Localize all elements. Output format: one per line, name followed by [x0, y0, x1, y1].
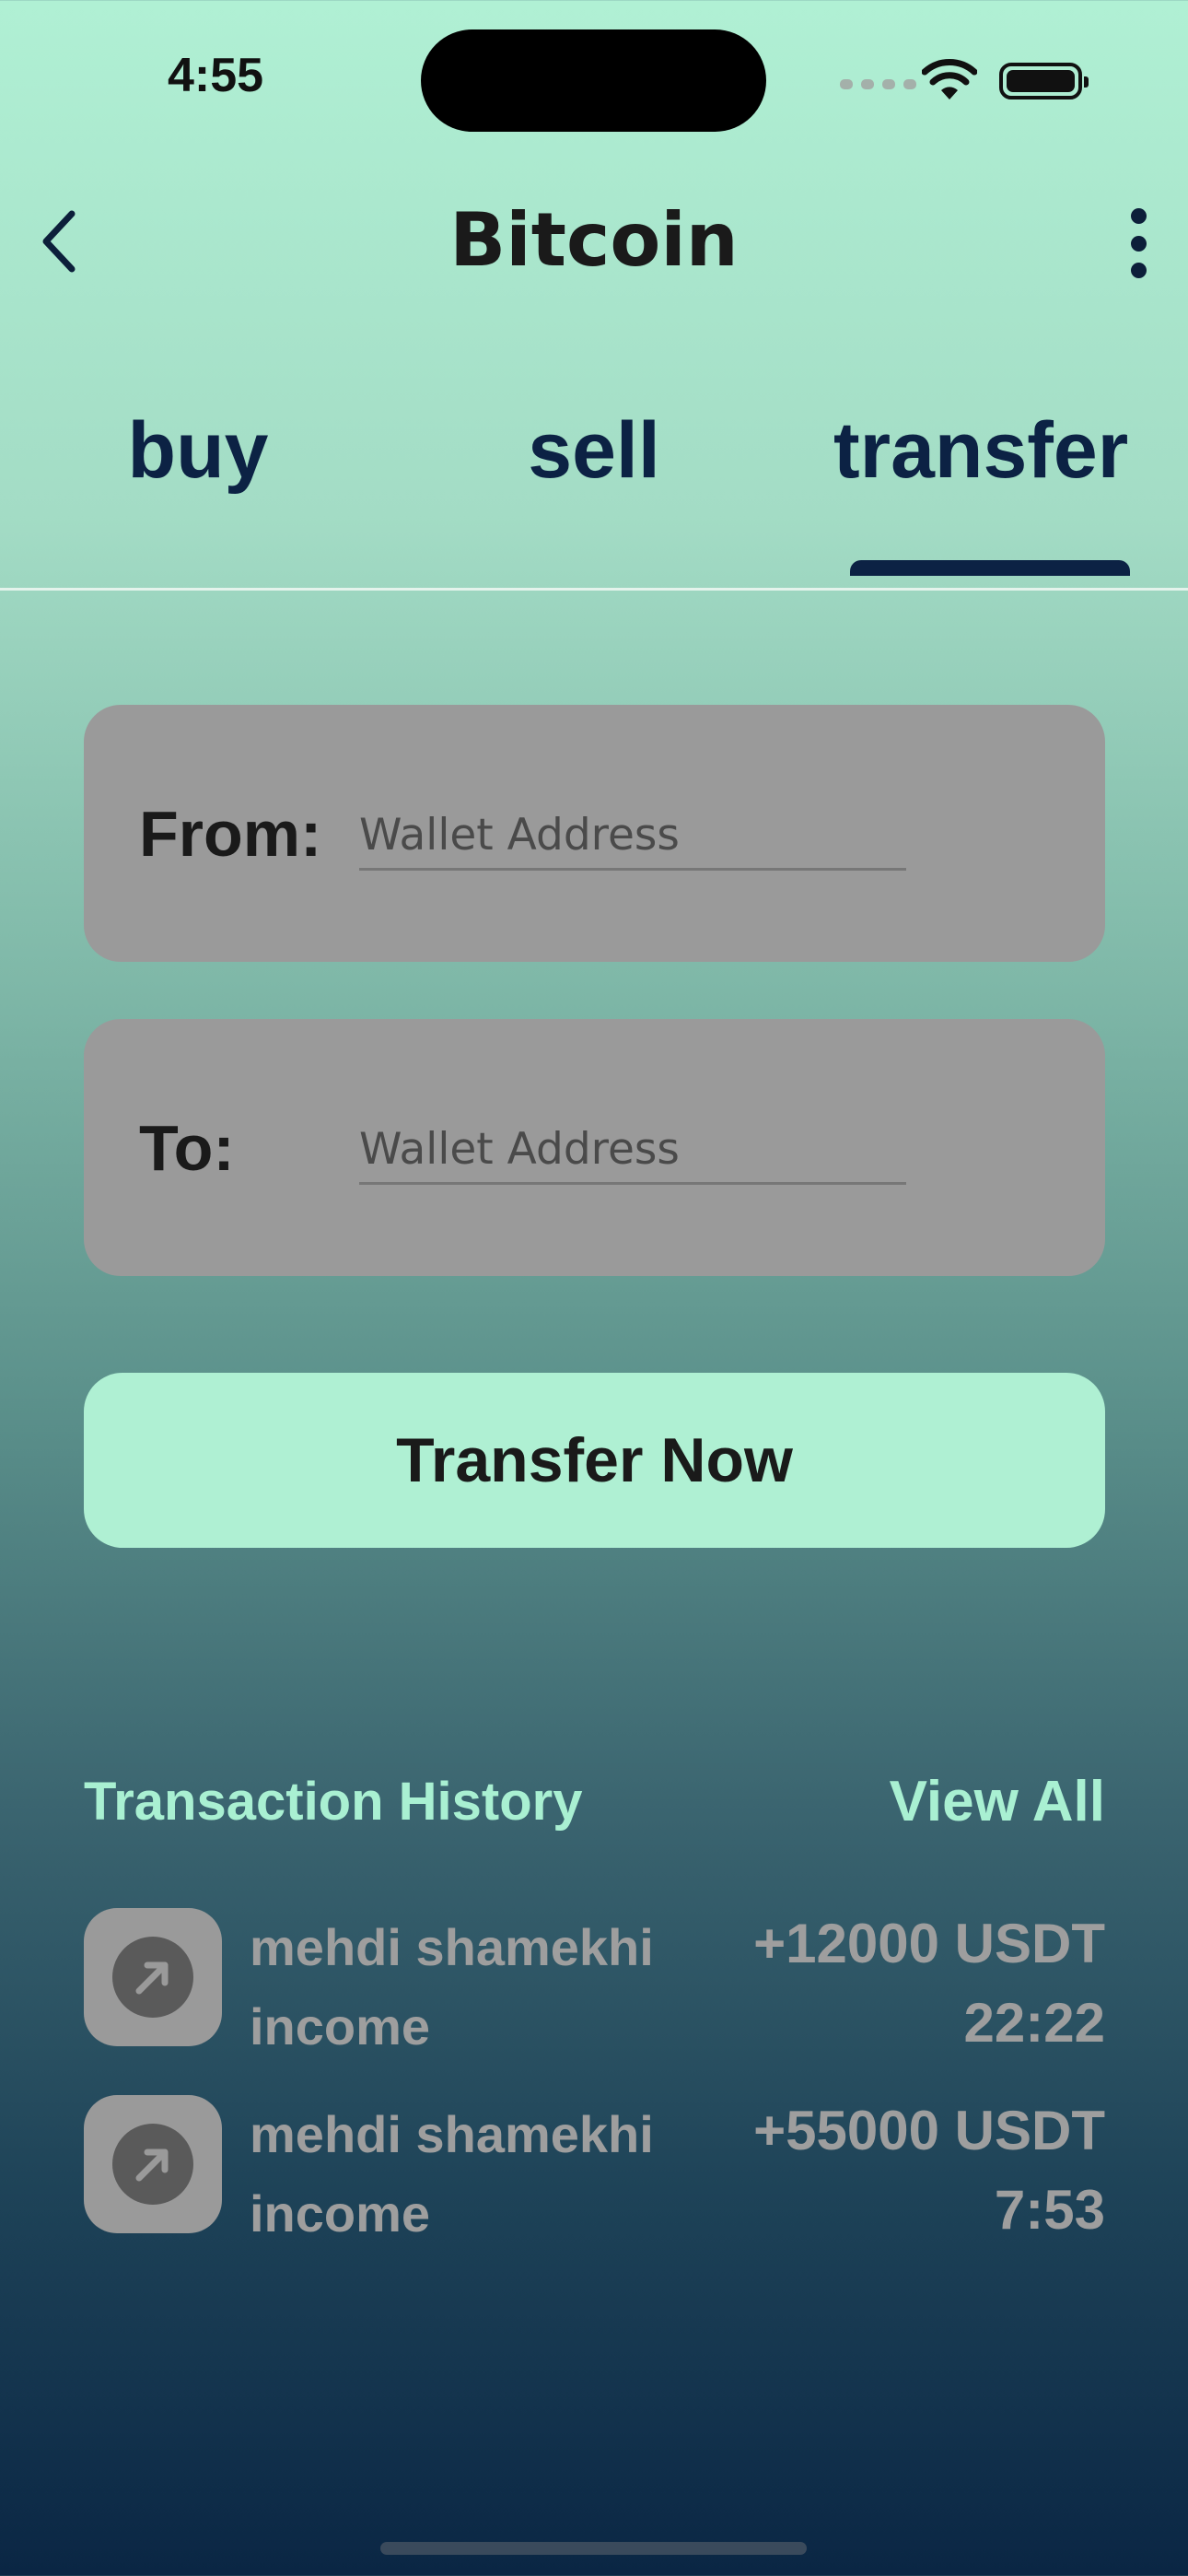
tab-sell[interactable]: sell: [488, 405, 700, 497]
more-vertical-icon[interactable]: [1111, 208, 1166, 278]
transaction-row[interactable]: mehdi shamekhi income +12000 USDT 22:22: [84, 1908, 1105, 2055]
transaction-amount: +12000 USDT: [753, 1913, 1105, 1974]
transaction-row[interactable]: mehdi shamekhi income +55000 USDT 7:53: [84, 2095, 1105, 2242]
transaction-icon-box: [84, 1908, 222, 2046]
transaction-name: mehdi shamekhi: [250, 1918, 654, 1976]
transaction-type: income: [250, 1997, 431, 2055]
arrow-up-right-icon: [135, 1961, 169, 1995]
from-card: From:: [84, 705, 1105, 962]
dynamic-island: [421, 29, 766, 132]
transfer-now-button[interactable]: Transfer Now: [84, 1373, 1105, 1548]
signal-icon: [840, 79, 916, 89]
arrow-up-right-icon: [135, 2149, 169, 2182]
page-title: Bitcoin: [449, 197, 739, 283]
transaction-name: mehdi shamekhi: [250, 2105, 654, 2163]
status-time: 4:55: [168, 49, 264, 102]
transaction-type: income: [250, 2184, 431, 2242]
transaction-history-title: Transaction History: [84, 1772, 583, 1832]
transaction-time: 22:22: [963, 1992, 1105, 2054]
to-wallet-input[interactable]: [359, 1116, 906, 1185]
to-card: To:: [84, 1019, 1105, 1276]
view-all-link[interactable]: View All: [810, 1769, 1105, 1834]
battery-icon: [999, 63, 1089, 100]
transaction-icon-box: [84, 2095, 222, 2233]
from-wallet-input[interactable]: [359, 802, 906, 871]
tabs-divider: [0, 588, 1188, 591]
from-label: From:: [139, 798, 322, 870]
home-indicator: [380, 2542, 807, 2555]
active-tab-indicator: [850, 560, 1130, 576]
transaction-amount: +55000 USDT: [753, 2100, 1105, 2161]
tab-transfer[interactable]: transfer: [833, 405, 1188, 497]
transaction-time: 7:53: [994, 2179, 1105, 2241]
wifi-icon: [922, 59, 977, 100]
to-label: To:: [139, 1112, 235, 1184]
tab-buy[interactable]: buy: [92, 405, 304, 497]
